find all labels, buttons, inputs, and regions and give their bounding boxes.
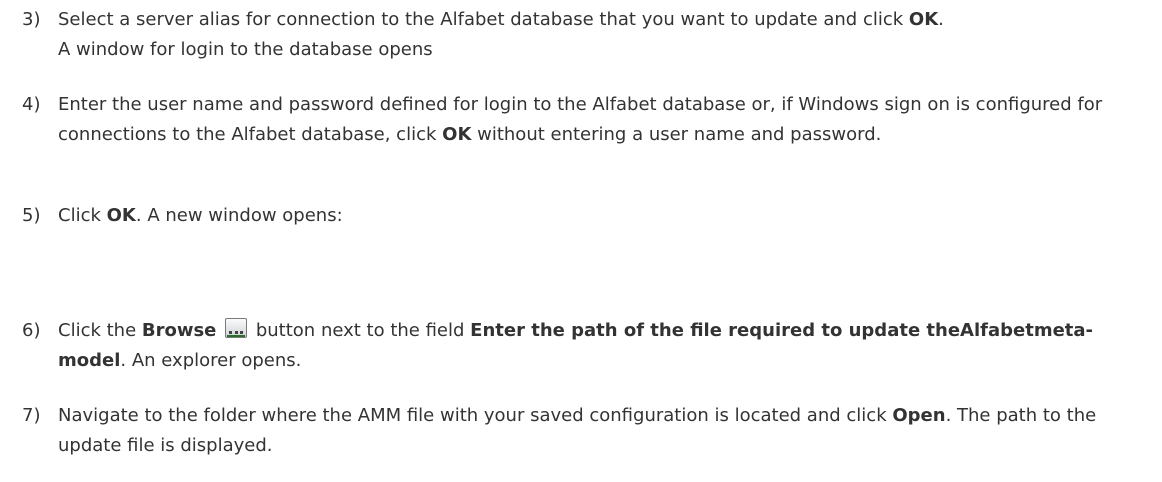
ok-label: OK	[442, 124, 472, 145]
browse-button-icon	[225, 318, 248, 338]
step-number: 4)	[22, 94, 41, 115]
step-number: 6)	[22, 320, 41, 341]
step-text: Enter the user name and password defined…	[58, 94, 1103, 145]
open-label: Open	[892, 405, 946, 426]
step-number: 3)	[22, 9, 41, 30]
step-text: Click the Browse button next to the fiel…	[58, 318, 1094, 371]
step-text: Click OK. A new window opens:	[58, 205, 343, 226]
step-text: Select a server alias for connection to …	[58, 9, 944, 60]
ok-label: OK	[106, 205, 136, 226]
step-text: Navigate to the folder where the AMM fil…	[58, 405, 1097, 456]
browse-label: Browse	[141, 320, 217, 341]
step-6: 6) Click the Browse button next to the f…	[22, 316, 1142, 376]
ok-label: OK	[908, 9, 939, 30]
step-number: 7)	[22, 405, 41, 426]
step-3: 3) Select a server alias for connection …	[22, 5, 1142, 65]
step-4: 4) Enter the user name and password defi…	[22, 90, 1142, 150]
step-number: 5)	[22, 205, 41, 226]
step-7: 7) Navigate to the folder where the AMM …	[22, 401, 1142, 461]
step-5: 5) Click OK. A new window opens:	[22, 201, 1142, 231]
